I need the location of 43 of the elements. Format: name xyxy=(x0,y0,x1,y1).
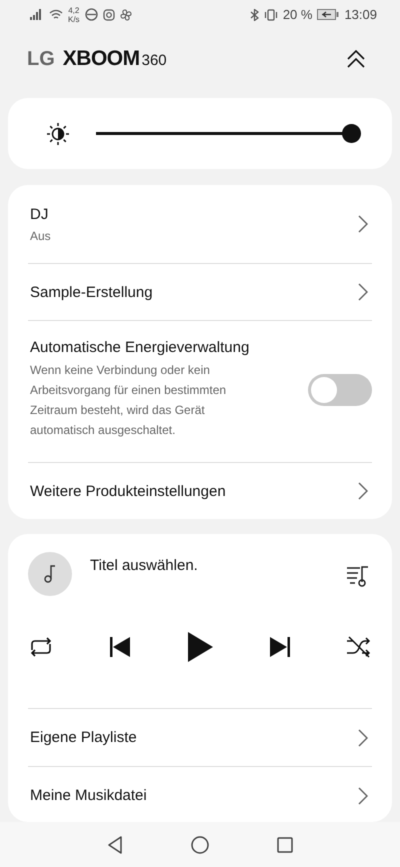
product-model: 360 xyxy=(142,52,167,70)
setting-description: Wenn keine Verbindung oder kein Arbeitsvorgang für einen bestimmten Zeitraum besteht, wird das Gerät automatisch ausgeschaltet. xyxy=(30,362,228,440)
brightness-slider[interactable] xyxy=(96,124,362,144)
item-status: Aus xyxy=(30,228,51,243)
chevron-right-icon xyxy=(358,786,368,805)
toggle-switch[interactable] xyxy=(308,374,372,406)
next-button[interactable] xyxy=(269,635,291,660)
menu-item[interactable]: Eigene Playliste xyxy=(28,709,372,768)
chevron-right-icon xyxy=(358,215,368,234)
repeat-button[interactable] xyxy=(28,636,54,658)
clock: 13:09 xyxy=(344,7,377,22)
battery-percent: 20 % xyxy=(282,7,312,22)
previous-button[interactable] xyxy=(109,635,131,660)
settings-item[interactable]: Weitere Produkteinstellungen xyxy=(28,463,372,520)
play-button[interactable] xyxy=(186,631,214,664)
recents-icon[interactable] xyxy=(277,836,293,853)
back-icon[interactable] xyxy=(107,836,123,854)
battery-icon xyxy=(317,9,340,20)
settings-item[interactable]: DJ Aus xyxy=(28,185,372,264)
speed-value: 4,2 xyxy=(68,6,80,15)
camera-icon xyxy=(102,8,115,21)
home-icon[interactable] xyxy=(191,836,209,854)
brightness-icon xyxy=(46,122,70,146)
chevron-right-icon xyxy=(358,482,368,500)
wifi-icon xyxy=(49,9,63,20)
chevron-right-icon xyxy=(358,283,368,302)
playlist-button[interactable] xyxy=(346,564,370,588)
settings-item[interactable]: Sample-Erstellung xyxy=(28,264,372,322)
minus-circle-icon xyxy=(84,8,98,22)
speed-unit: K/s xyxy=(68,14,80,24)
bluetooth-icon xyxy=(250,8,259,21)
menu-item[interactable]: Meine Musikdatei xyxy=(28,767,372,824)
track-title: Titel auswählen. xyxy=(90,557,199,574)
slider-thumb[interactable] xyxy=(342,124,361,144)
fan-icon xyxy=(120,8,132,21)
chevron-right-icon xyxy=(358,728,368,747)
album-art-placeholder xyxy=(28,552,72,596)
product-name: XBOOM xyxy=(62,47,140,72)
shuffle-button[interactable] xyxy=(346,636,372,658)
vibrate-icon xyxy=(264,8,278,21)
setting-title: Automatische Energieverwaltung xyxy=(30,339,250,356)
brand-logo: LG xyxy=(27,48,55,72)
signal-icon xyxy=(30,9,44,20)
